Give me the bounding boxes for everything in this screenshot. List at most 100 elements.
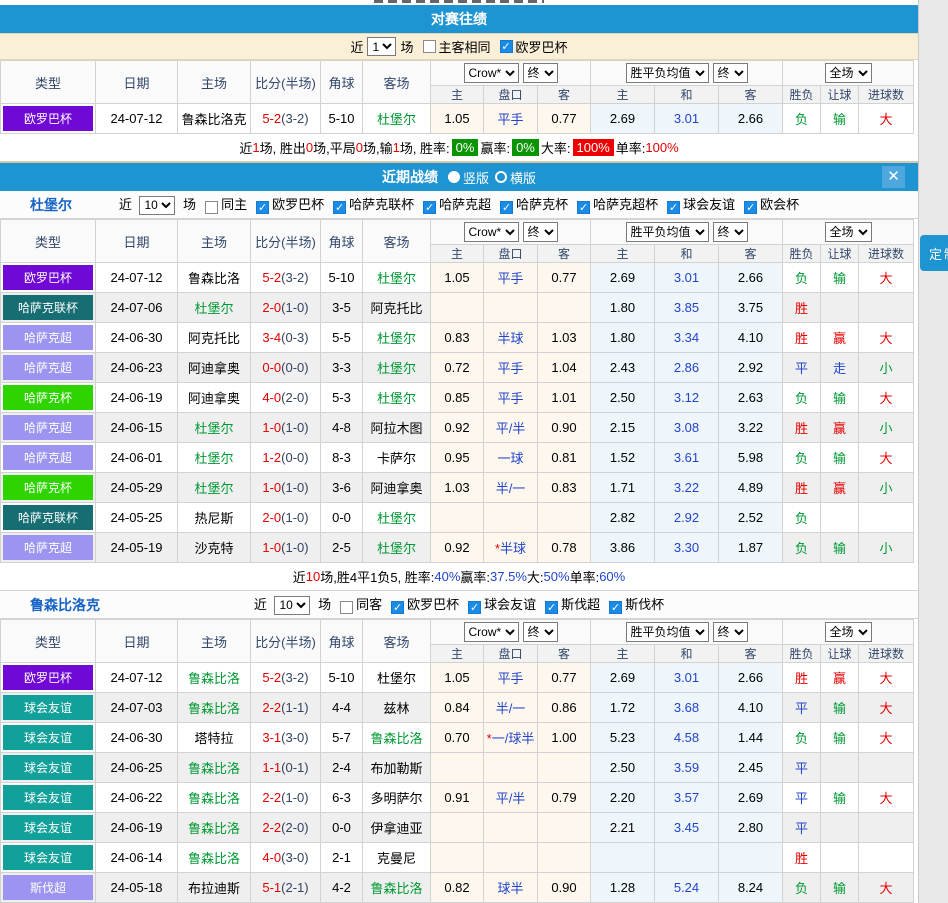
league-checkbox-0[interactable]: ✓ — [391, 601, 404, 614]
league-checkbox-0[interactable]: ✓ — [500, 40, 513, 53]
away-team: 阿迪拿奥 — [363, 473, 431, 503]
europe-draw-odds: 3.12 — [655, 383, 719, 413]
table-row: 斯伐超24-05-18布拉迪斯5-1(2-1)4-2鲁森比洛0.82球半0.90… — [1, 873, 914, 903]
fulltime-score: 2-2 — [262, 700, 281, 715]
horizontal-radio[interactable] — [495, 171, 507, 183]
col-home: 主场 — [178, 620, 251, 663]
table-row: 哈萨克联杯24-05-25热尼斯2-0(1-0)0-0杜堡尔2.822.922.… — [1, 503, 914, 533]
asia-odds-source-select[interactable]: Crow* — [464, 63, 519, 83]
league-checkbox-4[interactable]: ✓ — [577, 201, 590, 214]
away-team: 伊拿迪亚 — [363, 813, 431, 843]
vertical-radio[interactable] — [448, 171, 460, 183]
europe-home-odds: 2.69 — [591, 104, 655, 134]
league-checkbox-2[interactable]: ✓ — [423, 201, 436, 214]
europe-home-odds: 3.86 — [591, 533, 655, 563]
summary-token: 0% — [452, 139, 479, 156]
halftime-score: (1-0) — [281, 790, 308, 805]
league-checkbox-6[interactable]: ✓ — [744, 201, 757, 214]
scope-select[interactable]: 全场 — [825, 63, 872, 83]
asia-home-odds: 1.05 — [431, 104, 484, 134]
dugal-filters: 近 10 场✓同主✓欧罗巴杯✓哈萨克联杯✓哈萨克超✓哈萨克杯✓哈萨克超杯✓球会友… — [119, 194, 799, 215]
fulltime-score: 2-2 — [262, 820, 281, 835]
asia-away-odds: 0.90 — [538, 873, 591, 903]
handicap-result-cell: 输 — [821, 443, 859, 473]
asia-away-odds: 1.01 — [538, 383, 591, 413]
corners: 8-3 — [321, 443, 363, 473]
result-cell: 平 — [783, 353, 821, 383]
europe-draw-odds: 3.08 — [655, 413, 719, 443]
same-venue-checkbox[interactable]: ✓ — [205, 201, 218, 214]
asia-handicap: 半/一 — [484, 693, 538, 723]
league-checkbox-5[interactable]: ✓ — [667, 201, 680, 214]
asia-away-odds — [538, 753, 591, 783]
europe-odds-source-select[interactable]: 胜平负均值 — [626, 222, 709, 242]
europe-odds-stage-select[interactable]: 终 — [713, 622, 748, 642]
same-venue-checkbox[interactable]: ✓ — [340, 601, 353, 614]
europe-away-odds: 2.52 — [719, 503, 783, 533]
league-checkbox-0[interactable]: ✓ — [256, 201, 269, 214]
table-row: 哈萨克杯24-05-29杜堡尔1-0(1-0)3-6阿迪拿奥1.03半/一0.8… — [1, 473, 914, 503]
asia-home-odds: 0.82 — [431, 873, 484, 903]
handicap-star: * — [487, 731, 492, 746]
sub-euro-away: 客 — [719, 245, 783, 263]
europe-odds-stage-select[interactable]: 终 — [713, 222, 748, 242]
asia-odds-stage-select[interactable]: 终 — [523, 63, 558, 83]
recent-count-select[interactable]: 10 — [139, 196, 175, 215]
asia-away-odds — [538, 813, 591, 843]
handicap-star: * — [495, 541, 500, 556]
europe-draw-odds: 3.01 — [655, 663, 719, 693]
league-checkbox-1[interactable]: ✓ — [468, 601, 481, 614]
scope-select[interactable]: 全场 — [825, 622, 872, 642]
match-score: 5-2(3-2) — [251, 104, 321, 134]
halftime-score: (3-0) — [281, 730, 308, 745]
col-score: 比分(半场) — [251, 61, 321, 104]
same-venue-checkbox[interactable]: ✓ — [423, 40, 436, 53]
recent-count-select[interactable]: 10 — [274, 596, 310, 615]
league-checkbox-2[interactable]: ✓ — [545, 601, 558, 614]
league-checkbox-3[interactable]: ✓ — [500, 201, 513, 214]
sub-result: 胜负 — [783, 245, 821, 263]
match-date: 24-06-23 — [96, 353, 178, 383]
asia-away-odds: 0.77 — [538, 263, 591, 293]
vertical-radio-label[interactable]: 竖版 — [463, 168, 489, 187]
asia-odds-source-select[interactable]: Crow* — [464, 222, 519, 242]
games-unit-label: 场 — [314, 597, 331, 612]
europe-draw-odds: 3.45 — [655, 813, 719, 843]
horizontal-radio-label[interactable]: 横版 — [510, 168, 536, 187]
fulltime-score: 5-2 — [262, 670, 281, 685]
league-cell: 球会友谊 — [1, 843, 96, 873]
customize-button[interactable]: 定制 — [920, 235, 948, 271]
asia-home-odds: 1.05 — [431, 263, 484, 293]
table-row: 欧罗巴杯24-07-12鲁森比洛克5-2(3-2)5-10杜堡尔1.05平手0.… — [1, 104, 914, 134]
asia-home-odds — [431, 503, 484, 533]
result-group: 全场 — [783, 220, 914, 245]
result-cell: 胜 — [783, 843, 821, 873]
halftime-score: (1-0) — [281, 540, 308, 555]
asia-odds-source-select[interactable]: Crow* — [464, 622, 519, 642]
league-checkbox-3[interactable]: ✓ — [609, 601, 622, 614]
europe-odds-source-select[interactable]: 胜平负均值 — [626, 622, 709, 642]
match-date: 24-06-19 — [96, 813, 178, 843]
asia-odds-stage-select[interactable]: 终 — [523, 222, 558, 242]
recent-count-select[interactable]: 1 — [367, 37, 396, 56]
league-checkbox-1[interactable]: ✓ — [333, 201, 346, 214]
europe-draw-odds: 3.30 — [655, 533, 719, 563]
result-cell: 平 — [783, 783, 821, 813]
close-icon[interactable]: ✕ — [882, 166, 905, 188]
europe-odds-stage-select[interactable]: 终 — [713, 63, 748, 83]
near-label: 近 — [119, 197, 136, 212]
europe-draw-odds: 3.61 — [655, 443, 719, 473]
col-date: 日期 — [96, 61, 178, 104]
europe-odds-source-select[interactable]: 胜平负均值 — [626, 63, 709, 83]
scope-select[interactable]: 全场 — [825, 222, 872, 242]
result-cell: 负 — [783, 723, 821, 753]
asia-away-odds: 0.86 — [538, 693, 591, 723]
league-badge: 球会友谊 — [3, 755, 93, 780]
europe-draw-odds: 3.57 — [655, 783, 719, 813]
same-venue-label: 同客 — [356, 597, 382, 612]
asia-odds-stage-select[interactable]: 终 — [523, 622, 558, 642]
europe-home-odds: 2.21 — [591, 813, 655, 843]
match-score: 1-0(1-0) — [251, 473, 321, 503]
league-cell: 哈萨克超 — [1, 413, 96, 443]
summary-token: 0% — [512, 139, 539, 156]
